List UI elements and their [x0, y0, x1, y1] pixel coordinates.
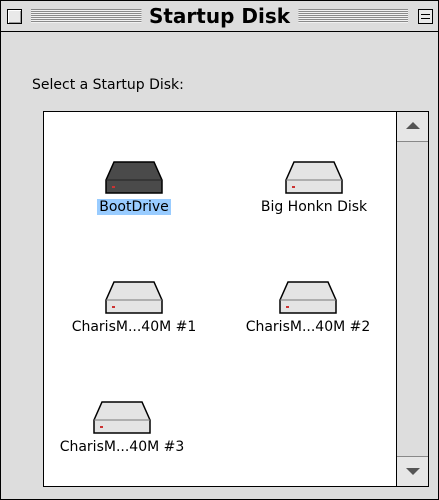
- hard-drive-icon: [284, 160, 344, 196]
- vertical-scrollbar[interactable]: [396, 112, 428, 486]
- scroll-up-arrow-icon[interactable]: [397, 112, 428, 142]
- hard-drive-icon: [92, 400, 152, 436]
- disk-label: BootDrive: [97, 199, 171, 215]
- disk-item-charism-1[interactable]: CharisM...40M #1: [44, 280, 224, 335]
- disk-label: CharisM...40M #2: [245, 319, 371, 335]
- disk-list[interactable]: BootDrive Big Honkn Disk CharisM...40M #…: [43, 111, 429, 487]
- collapse-box-icon[interactable]: [418, 9, 433, 24]
- disk-item-charism-3[interactable]: CharisM...40M #3: [32, 400, 212, 455]
- window-title: Startup Disk: [140, 4, 299, 28]
- hard-drive-icon: [278, 280, 338, 316]
- disk-item-charism-2[interactable]: CharisM...40M #2: [218, 280, 398, 335]
- startup-disk-window: Startup Disk Select a Startup Disk: Boot…: [0, 0, 439, 500]
- disk-label: CharisM...40M #1: [71, 319, 197, 335]
- close-box-icon[interactable]: [7, 9, 22, 24]
- select-startup-disk-label: Select a Startup Disk:: [32, 77, 184, 93]
- disk-label: Big Honkn Disk: [260, 199, 368, 215]
- title-bar[interactable]: Startup Disk: [1, 1, 438, 32]
- disk-item-bootdrive[interactable]: BootDrive: [44, 160, 224, 215]
- disk-label: CharisM...40M #3: [59, 439, 185, 455]
- disk-item-big-honkn[interactable]: Big Honkn Disk: [224, 160, 404, 215]
- scroll-down-arrow-icon[interactable]: [397, 456, 428, 486]
- hard-drive-icon: [104, 280, 164, 316]
- hard-drive-icon: [104, 160, 164, 196]
- disk-list-content: BootDrive Big Honkn Disk CharisM...40M #…: [44, 112, 397, 486]
